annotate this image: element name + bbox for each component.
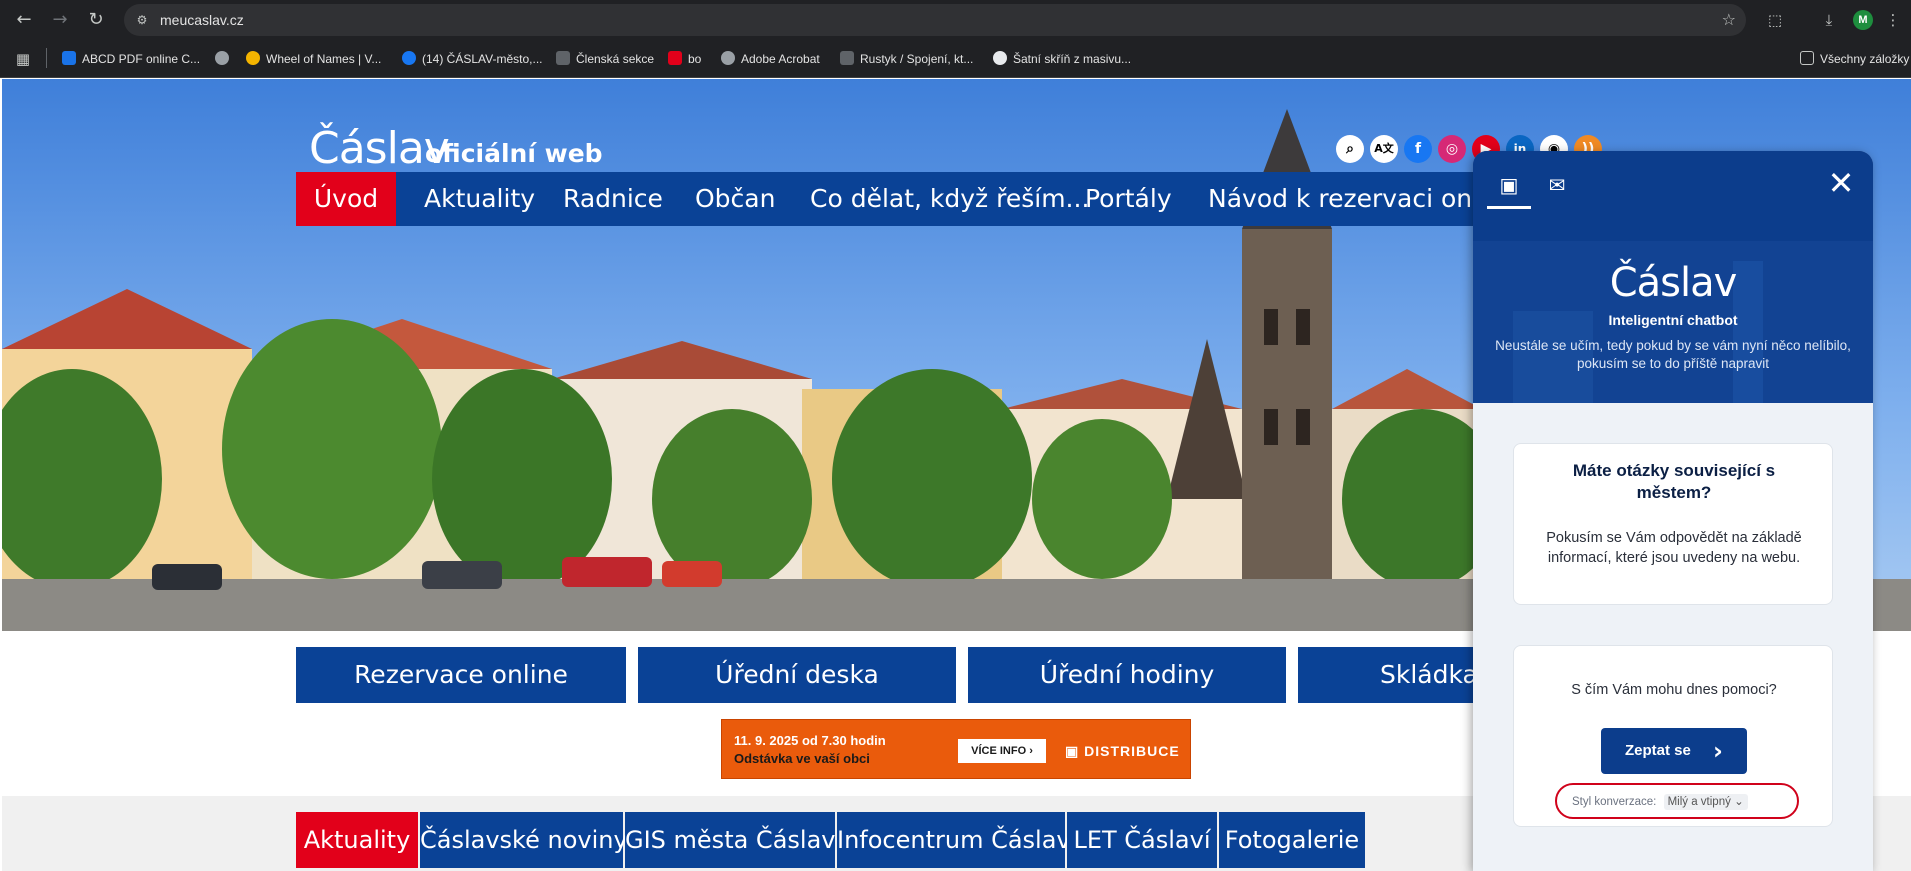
- site-info-icon[interactable]: ⚙: [134, 12, 150, 28]
- ask-button-label: Zeptat se: [1625, 742, 1691, 759]
- quick-link-uredni-hodiny[interactable]: Úřední hodiny: [968, 647, 1286, 703]
- graduation-cap-icon: [556, 51, 570, 65]
- address-bar[interactable]: ⚙ meucaslav.cz ☆: [124, 4, 1746, 36]
- quick-link-uredni-deska[interactable]: Úřední deska: [638, 647, 956, 703]
- page-icon: [840, 51, 854, 65]
- bookmark-facebook-caslav[interactable]: (14) ČÁSLAV-město,...: [402, 50, 543, 68]
- tab-infocentrum[interactable]: Infocentrum Čáslav: [837, 812, 1071, 868]
- mail-icon[interactable]: ✉: [1535, 165, 1579, 209]
- nav-item-uvod[interactable]: Úvod: [296, 172, 396, 226]
- search-icon[interactable]: ⌕: [1336, 135, 1364, 163]
- nav-item-co-delat[interactable]: Co dělat, když řeším...: [810, 172, 1089, 226]
- bookmark-clenska-sekce[interactable]: Členská sekce: [556, 50, 654, 68]
- facebook-icon[interactable]: f: [1404, 135, 1432, 163]
- browser-toolbar: ← → ↻ ⚙ meucaslav.cz ☆ ⬚ ⤓ M ⋮: [0, 0, 1911, 40]
- all-bookmarks[interactable]: Všechny záložky: [1800, 50, 1909, 68]
- chatbot-subtitle: Neustále se učím, tedy pokud by se vám n…: [1495, 338, 1851, 371]
- profile-avatar[interactable]: M: [1853, 10, 1873, 30]
- intro-question: Máte otázky související s městem?: [1572, 461, 1776, 502]
- banner-brand: ▣ DISTRIBUCE: [1065, 743, 1180, 759]
- bookmark-wheel-of-names[interactable]: Wheel of Names | V...: [246, 50, 381, 68]
- quick-link-rezervace[interactable]: Rezervace online: [296, 647, 626, 703]
- bookmark-bo[interactable]: bo: [668, 50, 701, 68]
- folder-icon: [1800, 51, 1814, 65]
- nav-item-navod-rezervace[interactable]: Návod k rezervaci online: [1208, 172, 1517, 226]
- intro-card: Máte otázky související s městem? Pokusí…: [1513, 443, 1833, 605]
- instagram-icon[interactable]: ◎: [1438, 135, 1466, 163]
- outage-banner[interactable]: 11. 9. 2025 od 7.30 hodin Odstávka ve va…: [721, 719, 1191, 779]
- quick-link-skladka[interactable]: Skládka Č: [1298, 647, 1476, 703]
- pdf-icon: [62, 51, 76, 65]
- chatbot-header: ▣ ✉ ✕ Čáslav Inteligentní chatbot Neustá…: [1473, 151, 1873, 403]
- chatbot-panel: ▣ ✉ ✕ Čáslav Inteligentní chatbot Neustá…: [1473, 151, 1873, 871]
- extensions-icon[interactable]: ⬚: [1764, 9, 1786, 31]
- shop-icon: [993, 51, 1007, 65]
- bookmarks-divider: [46, 48, 47, 68]
- intro-answer: Pokusím se Vám odpovědět na základě info…: [1546, 530, 1802, 566]
- tab-fotogalerie[interactable]: Fotogalerie: [1219, 812, 1365, 868]
- apps-grid-icon[interactable]: ▦: [12, 48, 34, 70]
- banner-date: 11. 9. 2025 od 7.30 hodin: [734, 733, 886, 748]
- ai-chip-icon[interactable]: ▣: [1487, 165, 1531, 209]
- reload-icon[interactable]: ↻: [84, 8, 108, 32]
- close-icon[interactable]: ✕: [1823, 165, 1859, 201]
- main-navigation: Úvod Aktuality Radnice Občan Co dělat, k…: [296, 172, 1517, 226]
- bookmark-rustyk[interactable]: Rustyk / Spojení, kt...: [840, 50, 973, 68]
- nav-item-radnice[interactable]: Radnice: [563, 172, 663, 226]
- tab-let-caslavi[interactable]: LET Čáslaví: [1067, 812, 1217, 868]
- bookmark-globe[interactable]: [215, 50, 235, 68]
- tab-aktuality[interactable]: Aktuality: [296, 812, 418, 868]
- nav-item-portaly[interactable]: Portály: [1085, 172, 1172, 226]
- forward-icon[interactable]: →: [48, 8, 72, 32]
- banner-text: Odstávka ve vaší obci: [734, 751, 870, 766]
- translate-icon[interactable]: A文: [1370, 135, 1398, 163]
- chatbot-title: Inteligentní chatbot: [1608, 312, 1738, 328]
- ask-button[interactable]: Zeptat se ›: [1601, 728, 1747, 774]
- nav-item-aktuality[interactable]: Aktuality: [424, 172, 535, 226]
- download-icon[interactable]: ⤓: [1818, 9, 1840, 31]
- bo-icon: [668, 51, 682, 65]
- url-text[interactable]: meucaslav.cz: [160, 12, 244, 28]
- tab-caslavske-noviny[interactable]: Čáslavské noviny: [420, 812, 628, 868]
- back-icon[interactable]: ←: [12, 8, 36, 32]
- bookmark-satni-skrin[interactable]: Šatní skříň z masivu...: [993, 50, 1131, 68]
- help-text: S čím Vám mohu dnes pomoci?: [1571, 682, 1777, 698]
- tab-gis[interactable]: GIS města Čáslav: [625, 812, 835, 868]
- globe-icon: [721, 51, 735, 65]
- banner-more-button[interactable]: VÍCE INFO ›: [958, 739, 1046, 763]
- site-logo-subtitle: oficiální web: [425, 139, 603, 168]
- bookmark-abcd[interactable]: ABCD PDF online C...: [62, 50, 200, 68]
- facebook-icon: [402, 51, 416, 65]
- globe-icon: [215, 51, 229, 65]
- chevron-right-icon: ›: [1713, 737, 1723, 765]
- chatbot-logo: Čáslav: [1609, 260, 1738, 306]
- wheel-icon: [246, 51, 260, 65]
- bookmark-star-icon[interactable]: ☆: [1722, 10, 1736, 30]
- menu-icon[interactable]: ⋮: [1882, 9, 1904, 31]
- nav-item-obcan[interactable]: Občan: [695, 172, 775, 226]
- annotation-highlight: [1555, 783, 1799, 819]
- bookmark-adobe-acrobat[interactable]: Adobe Acrobat: [721, 50, 820, 68]
